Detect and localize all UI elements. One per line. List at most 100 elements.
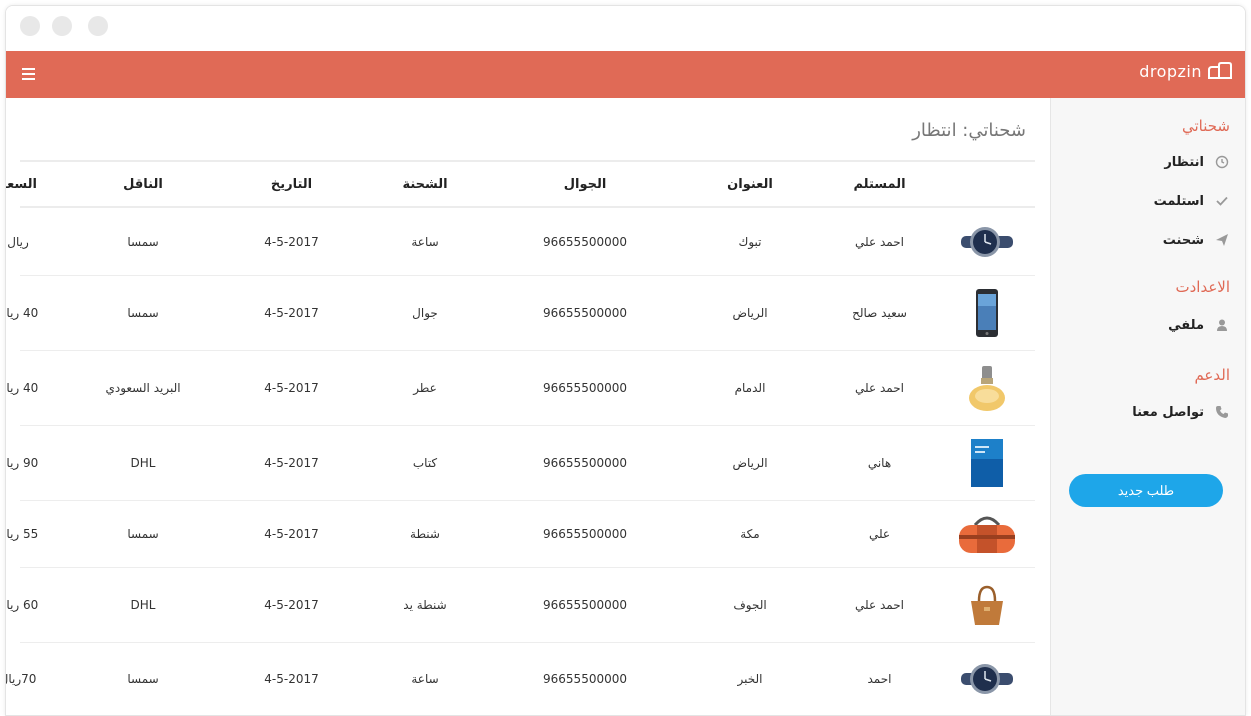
header-image xyxy=(939,162,1035,206)
cell-address: الجوف xyxy=(733,598,767,612)
header-date[interactable]: التاريخ xyxy=(223,162,360,206)
main-panel: شحناتي: انتظار المستلم العنوان الجوال ال… xyxy=(6,98,1050,715)
sidebar-heading-settings: الاعدادت xyxy=(1175,278,1230,296)
sidebar-item-contact[interactable]: تواصل معنا xyxy=(1132,404,1230,420)
cell-shipment: ساعة xyxy=(411,672,439,686)
table-header-row: المستلم العنوان الجوال الشحنة التاريخ ال… xyxy=(6,160,1035,208)
cell-address: الرياض xyxy=(732,456,768,470)
duffel-bag-thumbnail xyxy=(957,509,1017,559)
top-navbar: dropzin xyxy=(6,51,1245,98)
cell-address: مكة xyxy=(740,527,760,541)
cell-carrier: DHL xyxy=(130,456,156,470)
cell-carrier: سمسا xyxy=(127,527,159,541)
clock-icon xyxy=(1214,154,1230,170)
cell-address: تبوك xyxy=(738,234,762,249)
cell-price: 90 ريال xyxy=(6,456,39,470)
sidebar-heading-support: الدعم xyxy=(1194,366,1230,384)
cell-phone: 96655500000 xyxy=(543,306,627,320)
cell-shipment: عطر xyxy=(413,381,437,395)
cell-phone: 96655500000 xyxy=(543,234,627,249)
cell-phone: 96655500000 xyxy=(543,598,627,612)
sidebar-heading-shipments: شحناتي xyxy=(1181,117,1230,135)
window-titlebar xyxy=(6,6,1245,51)
sidebar-item-shipped[interactable]: شحنت xyxy=(1163,232,1230,248)
cell-phone: 96655500000 xyxy=(543,456,627,470)
sidebar-item-profile[interactable]: ملفي xyxy=(1168,317,1230,333)
window-maximize-dot[interactable] xyxy=(88,16,108,36)
cell-date: 4-5-2017 xyxy=(264,381,319,395)
cell-phone: 96655500000 xyxy=(543,527,627,541)
header-price[interactable]: السعر xyxy=(6,162,63,206)
cell-date: 4-5-2017 xyxy=(264,306,319,320)
cell-shipment: جوال xyxy=(412,306,438,320)
window-close-dot[interactable] xyxy=(20,16,40,36)
box-logo-icon xyxy=(1208,62,1232,79)
cell-address: الرياض xyxy=(732,306,768,320)
smartphone-thumbnail xyxy=(957,288,1017,338)
cell-shipment: كتاب xyxy=(412,456,438,470)
user-icon xyxy=(1214,317,1230,333)
cell-address: الدمام xyxy=(734,381,766,395)
cell-price: 40 ريال xyxy=(6,306,39,320)
new-order-button[interactable]: طلب جديد xyxy=(1069,474,1223,507)
table-row[interactable]: احمد علي الدمام 96655500000 عطر 4-5-2017… xyxy=(6,351,1035,426)
shipments-table: المستلم العنوان الجوال الشحنة التاريخ ال… xyxy=(6,160,1035,715)
phone-icon xyxy=(1214,404,1230,420)
watch-thumbnail xyxy=(957,217,1017,267)
brand-logo[interactable]: dropzin xyxy=(1139,61,1233,81)
cell-carrier: البريد السعودي xyxy=(105,381,181,395)
sidebar-item-label: استلمت xyxy=(1153,193,1204,209)
sidebar: شحناتي انتظار استلمت شحنت الاعدادت ملفي … xyxy=(1050,98,1245,715)
cell-recipient: سعيد صالح xyxy=(852,306,907,320)
paper-plane-icon xyxy=(1214,232,1230,248)
cell-shipment: شنطة يد xyxy=(403,598,447,612)
cell-recipient: احمد xyxy=(867,672,892,686)
header-recipient[interactable]: المستلم xyxy=(820,162,939,206)
cell-date: 4-5-2017 xyxy=(264,527,319,541)
sidebar-item-label: شحنت xyxy=(1162,232,1204,248)
hamburger-menu-icon[interactable] xyxy=(22,68,35,80)
cell-carrier: DHL xyxy=(130,598,156,612)
cell-carrier: سمسا xyxy=(127,672,159,686)
cell-recipient: هاني xyxy=(867,456,892,470)
cell-date: 4-5-2017 xyxy=(264,598,319,612)
sidebar-item-label: ملفي xyxy=(1168,317,1204,333)
page-title: شحناتي: انتظار xyxy=(912,120,1026,141)
table-row[interactable]: احمد علي الجوف 96655500000 شنطة يد 4-5-2… xyxy=(6,568,1035,643)
perfume-thumbnail xyxy=(957,363,1017,413)
cell-price: 40 ريال xyxy=(6,381,39,395)
sidebar-item-received[interactable]: استلمت xyxy=(1154,193,1230,209)
header-shipment[interactable]: الشحنة xyxy=(360,162,490,206)
cell-date: 4-5-2017 xyxy=(264,672,319,686)
cell-address: الخبر xyxy=(737,672,763,686)
brand-name: dropzin xyxy=(1139,61,1202,81)
cell-recipient: علي xyxy=(868,527,891,541)
header-address[interactable]: العنوان xyxy=(680,162,820,206)
handbag-thumbnail xyxy=(957,580,1017,630)
cell-carrier: سمسا xyxy=(127,306,159,320)
cell-phone: 96655500000 xyxy=(543,381,627,395)
header-phone[interactable]: الجوال xyxy=(490,162,680,206)
cell-date: 4-5-2017 xyxy=(264,234,319,249)
cell-phone: 96655500000 xyxy=(543,672,627,686)
sidebar-item-label: انتظار xyxy=(1164,154,1204,170)
cell-price: 70ريال xyxy=(6,672,37,686)
table-row[interactable]: هاني الرياض 96655500000 كتاب 4-5-2017 DH… xyxy=(6,426,1035,501)
table-row[interactable]: احمد علي تبوك 96655500000 ساعة 4-5-2017 … xyxy=(7,208,1035,276)
cell-carrier: سمسا xyxy=(127,234,159,249)
cell-shipment: شنطة xyxy=(410,527,440,541)
check-icon xyxy=(1214,193,1230,209)
book-thumbnail xyxy=(957,438,1017,488)
table-row[interactable]: سعيد صالح الرياض 96655500000 جوال 4-5-20… xyxy=(6,276,1035,351)
cell-date: 4-5-2017 xyxy=(264,456,319,470)
sidebar-item-waiting[interactable]: انتظار xyxy=(1164,154,1230,170)
header-carrier[interactable]: الناقل xyxy=(63,162,223,206)
app-window: dropzin شحناتي: انتظار المستلم العنوان ا… xyxy=(5,5,1246,716)
table-row[interactable]: علي مكة 96655500000 شنطة 4-5-2017 سمسا 5… xyxy=(6,501,1035,568)
watch-thumbnail xyxy=(957,654,1017,704)
window-minimize-dot[interactable] xyxy=(52,16,72,36)
cell-recipient: احمد علي xyxy=(855,598,904,612)
cell-price: ريال xyxy=(7,234,29,249)
table-row[interactable]: احمد الخبر 96655500000 ساعة 4-5-2017 سمس… xyxy=(6,643,1035,715)
sidebar-item-label: تواصل معنا xyxy=(1132,404,1204,420)
